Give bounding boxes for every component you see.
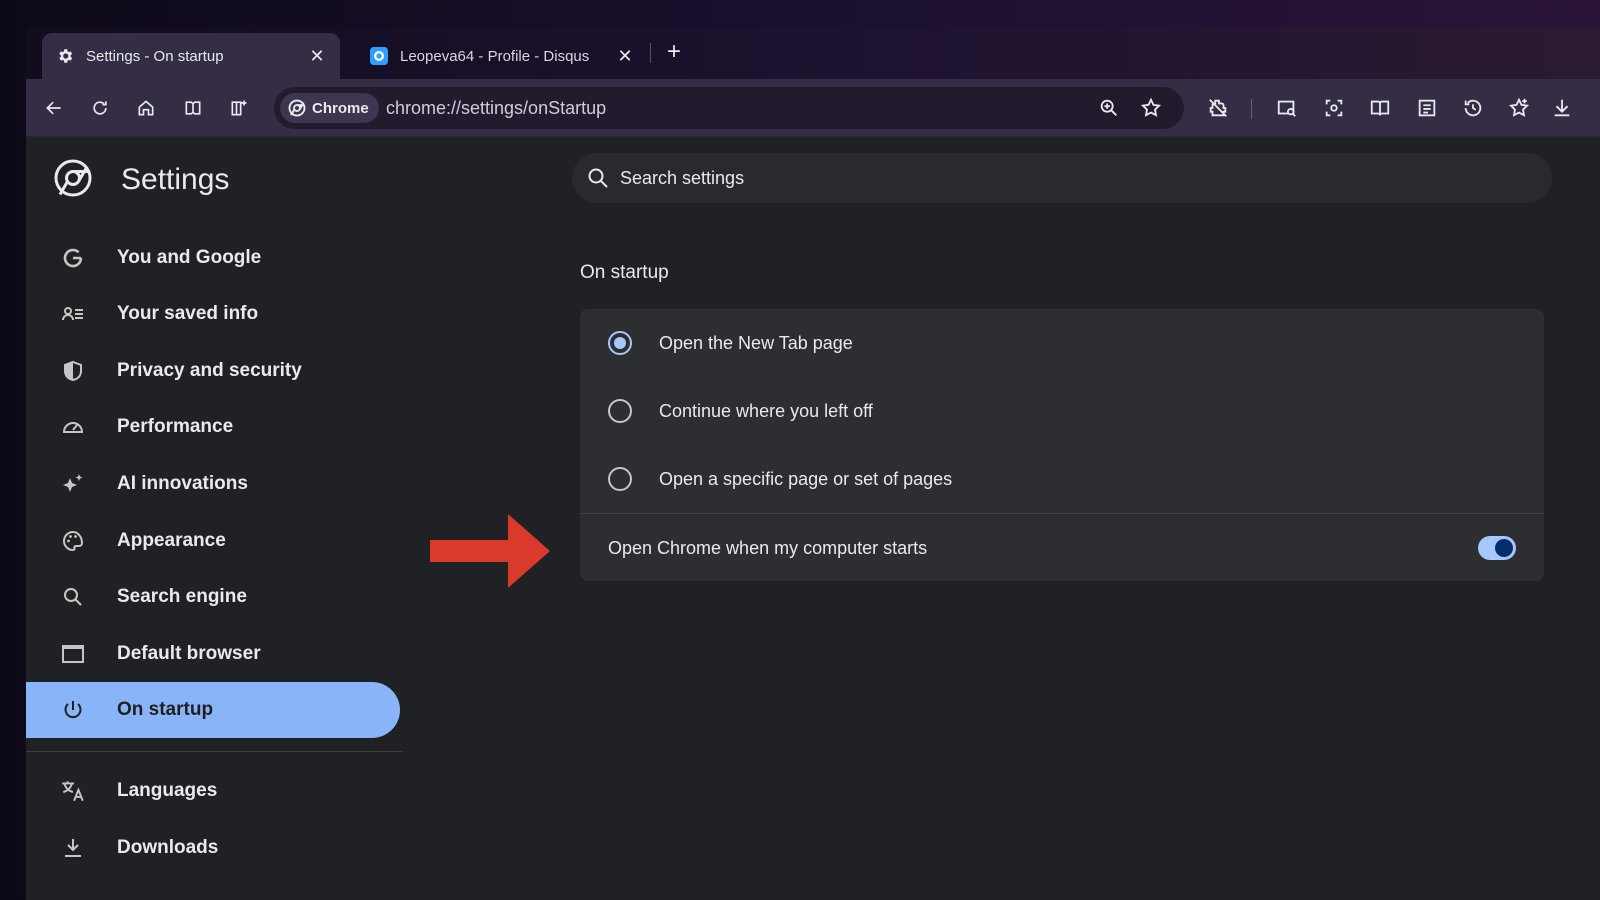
- tab-strip: Settings - On startup ✕ Leopeva64 - Prof…: [26, 27, 1600, 79]
- side-panel-icon[interactable]: [227, 96, 251, 120]
- tab-title: Leopeva64 - Profile - Disqus: [400, 47, 590, 65]
- sidebar-item-label: Performance: [117, 416, 234, 437]
- url-text[interactable]: chrome://settings/onStartup: [386, 98, 606, 119]
- radio-label: Open a specific page or set of pages: [659, 469, 953, 489]
- address-bar[interactable]: Chrome chrome://settings/onStartup: [274, 87, 1184, 129]
- toolbar-divider: [1251, 99, 1252, 119]
- sidebar-item-performance[interactable]: Performance: [26, 399, 400, 455]
- new-tab-button[interactable]: +: [662, 40, 686, 65]
- sidebar-item-privacy[interactable]: Privacy and security: [26, 343, 400, 399]
- tab-disqus[interactable]: Leopeva64 - Profile - Disqus ✕: [356, 33, 648, 79]
- reading-list-icon[interactable]: [1415, 96, 1439, 120]
- sidebar-item-label: On startup: [117, 699, 214, 720]
- bookmarks-icon[interactable]: [1507, 96, 1531, 120]
- red-arrow-annotation: [430, 514, 550, 588]
- open-on-boot-row[interactable]: Open Chrome when my computer starts: [580, 514, 1544, 581]
- sidebar-item-saved-info[interactable]: Your saved info: [26, 286, 400, 342]
- zoom-icon[interactable]: [1098, 97, 1120, 119]
- tab-search-icon[interactable]: [1275, 96, 1299, 120]
- gauge-icon: [60, 414, 86, 440]
- open-on-boot-toggle[interactable]: [1478, 536, 1516, 560]
- search-placeholder: Search settings: [620, 168, 745, 188]
- startup-options-card: Open the New Tab page Continue where you…: [580, 309, 1544, 581]
- radio-button-selected[interactable]: [608, 331, 632, 355]
- site-chip[interactable]: Chrome: [280, 93, 379, 123]
- toolbar: Chrome chrome://settings/onStartup: [26, 79, 1600, 137]
- shield-icon: [60, 358, 86, 384]
- palette-icon: [60, 528, 86, 554]
- startup-option-new-tab[interactable]: Open the New Tab page: [580, 309, 1544, 377]
- download-icon: [60, 835, 86, 861]
- sidebar-item-ai-innovations[interactable]: AI innovations: [26, 456, 400, 512]
- home-icon[interactable]: [134, 96, 158, 120]
- sidebar-item-label: AI innovations: [117, 473, 248, 494]
- sidebar-item-default-browser[interactable]: Default browser: [26, 626, 400, 682]
- toggle-knob: [1495, 539, 1513, 557]
- screenshot-icon[interactable]: [1322, 96, 1346, 120]
- radio-label: Open the New Tab page: [659, 333, 853, 353]
- split-view-icon[interactable]: [181, 96, 205, 120]
- sidebar-item-languages[interactable]: Languages: [26, 763, 400, 819]
- history-icon[interactable]: [1461, 96, 1485, 120]
- browser-window-icon: [60, 641, 86, 667]
- settings-page: Settings Search settings You and Google …: [26, 137, 1600, 900]
- sidebar-divider: [26, 751, 402, 752]
- sidebar-item-label: Default browser: [117, 643, 261, 664]
- tab-separator: [650, 43, 651, 63]
- sidebar-item-label: You and Google: [117, 247, 262, 268]
- tab-title: Settings - On startup: [86, 47, 224, 65]
- reading-mode-icon[interactable]: [1368, 96, 1392, 120]
- radio-label: Continue where you left off: [659, 401, 873, 421]
- star-icon[interactable]: [1140, 97, 1162, 119]
- sidebar-item-you-and-google[interactable]: You and Google: [26, 230, 400, 286]
- saved-info-icon: [60, 301, 86, 327]
- sidebar-item-label: Appearance: [117, 530, 226, 551]
- toggle-label: Open Chrome when my computer starts: [608, 538, 928, 558]
- search-settings-input[interactable]: Search settings: [572, 153, 1552, 203]
- download-icon[interactable]: [1550, 96, 1574, 120]
- sidebar-item-appearance[interactable]: Appearance: [26, 513, 400, 569]
- search-icon: [60, 584, 86, 610]
- chip-label: Chrome: [312, 99, 369, 117]
- sidebar-item-label: Your saved info: [117, 303, 259, 324]
- tab-settings[interactable]: Settings - On startup ✕: [42, 33, 340, 79]
- close-icon[interactable]: ✕: [616, 46, 634, 66]
- sidebar-item-downloads[interactable]: Downloads: [26, 820, 400, 876]
- sidebar-item-on-startup[interactable]: On startup: [26, 682, 400, 738]
- chrome-logo-icon: [54, 159, 92, 197]
- chrome-icon: [288, 99, 306, 117]
- reload-icon[interactable]: [88, 96, 112, 120]
- startup-option-continue[interactable]: Continue where you left off: [580, 377, 1544, 445]
- sidebar-item-search-engine[interactable]: Search engine: [26, 569, 400, 625]
- radio-button[interactable]: [608, 399, 632, 423]
- page-title: Settings: [121, 163, 230, 196]
- search-icon: [586, 166, 610, 195]
- close-icon[interactable]: ✕: [308, 46, 326, 66]
- section-title: On startup: [580, 262, 669, 283]
- sidebar-item-label: Search engine: [117, 586, 247, 607]
- gear-icon: [56, 47, 74, 65]
- sidebar-item-label: Languages: [117, 780, 218, 801]
- sidebar-item-label: Downloads: [117, 837, 219, 858]
- sparkle-icon: [60, 471, 86, 497]
- sidebar-item-label: Privacy and security: [117, 360, 302, 381]
- browser-window: Settings - On startup ✕ Leopeva64 - Prof…: [26, 27, 1600, 900]
- radio-button[interactable]: [608, 467, 632, 491]
- extensions-off-icon[interactable]: [1206, 96, 1230, 120]
- translate-icon: [60, 778, 86, 804]
- back-icon[interactable]: [42, 96, 66, 120]
- power-icon: [60, 697, 86, 723]
- google-g-icon: [60, 245, 86, 271]
- startup-option-specific-pages[interactable]: Open a specific page or set of pages: [580, 445, 1544, 513]
- disqus-icon: [370, 47, 388, 65]
